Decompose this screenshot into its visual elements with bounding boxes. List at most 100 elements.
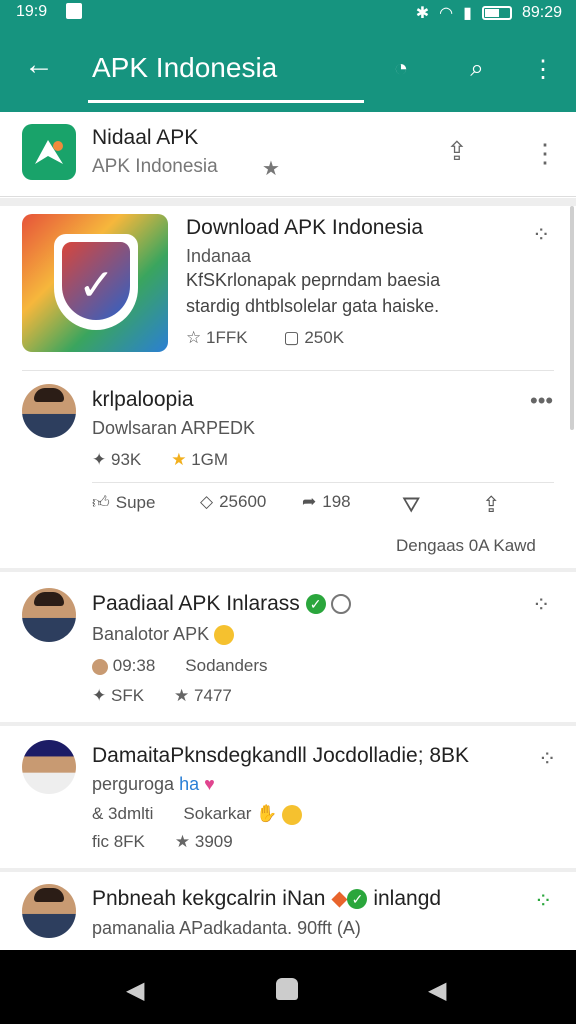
featured-subtitle: Indanaa xyxy=(186,246,252,266)
divider xyxy=(0,722,576,726)
share-button[interactable]: ➦ 198 xyxy=(302,492,351,512)
post-author[interactable]: Pnbneah kekgcalrin iNan ◆ ✓ inlangd xyxy=(92,886,441,911)
featured-app-image[interactable]: ✓ xyxy=(22,214,168,352)
notification-icon xyxy=(66,3,82,19)
featured-description-line2: stardig dhtblsolelar gata haiske. xyxy=(186,296,440,316)
post-stat-rating: 7477 xyxy=(194,686,232,705)
post-stat-likes: 93K xyxy=(110,450,142,469)
nav-recent-icon[interactable]: ◀ xyxy=(428,976,446,1005)
history-icon[interactable]: ◔ xyxy=(386,54,416,84)
post-author[interactable]: Paadiaal APK Inlarass ✓ xyxy=(92,592,352,616)
system-nav-bar: ◀ ◀ xyxy=(0,950,576,1024)
verified-icon: ✓ xyxy=(305,594,326,615)
post-author[interactable]: krlpaloopia xyxy=(92,388,194,412)
verified-icon: ✓ xyxy=(347,889,368,910)
more-vert-icon[interactable]: ⋮ xyxy=(528,54,558,84)
post-author[interactable]: DamaitaPknsdegkandll Jocdolladie; 8BK xyxy=(92,744,469,768)
featured-stat-rating: 1FFK xyxy=(205,328,248,347)
featured-title[interactable]: Download APK Indonesia xyxy=(186,216,423,240)
back-arrow-icon[interactable]: ← xyxy=(24,50,54,80)
wifi-icon: ◠ xyxy=(439,5,454,22)
star-icon: ★ xyxy=(174,686,190,705)
nav-home-icon[interactable] xyxy=(276,978,298,1000)
status-bar: 19:9 ✱ ◠ ▮ 89:29 xyxy=(0,0,576,26)
post-stats: ✦ 93K ★ 1GM xyxy=(92,450,228,470)
post-subtitle-highlight[interactable]: ha xyxy=(179,774,199,794)
avatar[interactable] xyxy=(22,384,76,438)
status-time: 19:9 xyxy=(16,3,48,20)
post-meta: & 3dmlti Sokarkar ✋ xyxy=(92,804,303,825)
post-subtitle: perguroga ha ♥ xyxy=(92,774,215,795)
app-name: Nidaal APK xyxy=(92,126,199,149)
hand-icon: ✋ xyxy=(256,804,278,823)
featured-stats: ☆ 1FFK ▢ 250K xyxy=(186,328,344,348)
divider xyxy=(0,198,576,206)
post-stat-rating: 1GM xyxy=(191,450,229,469)
divider xyxy=(92,482,554,483)
send-icon: ⛛ xyxy=(402,492,421,517)
post-meta-text: Sokarkar xyxy=(183,804,252,823)
post-author-name: Pnbneah kekgcalrin iNan xyxy=(92,887,326,910)
toolbar-underline xyxy=(88,100,364,103)
star-icon[interactable]: ★ xyxy=(262,156,280,181)
post-footer: Dengaas 0A Kawd xyxy=(396,536,536,555)
featured-stat-comments: 250K xyxy=(304,328,345,347)
post-stat-likes: SFK xyxy=(110,686,145,705)
scrollbar[interactable] xyxy=(570,206,574,430)
more-dots-icon[interactable]: ⁘ xyxy=(538,746,556,772)
star-icon: ★ xyxy=(174,832,191,851)
share-count: 198 xyxy=(322,492,351,511)
bluetooth-icon: ✱ xyxy=(415,5,430,22)
toolbar-title: APK Indonesia xyxy=(92,52,278,83)
nav-back-icon[interactable]: ◀ xyxy=(126,976,144,1005)
smile-emoji-icon xyxy=(282,804,303,825)
app-toolbar: ← APK Indonesia ◔ ⌕ ⋮ xyxy=(0,26,576,112)
thumb-up-icon: 👍︎ xyxy=(92,493,110,512)
share-icon[interactable]: ⇪ xyxy=(446,136,468,167)
more-horiz-icon[interactable]: ••• xyxy=(530,388,553,414)
more-dots-icon[interactable]: ⁘ xyxy=(534,888,552,914)
battery-icon xyxy=(481,6,512,20)
avatar[interactable] xyxy=(22,884,76,938)
more-vert-icon[interactable]: ⋮ xyxy=(532,138,558,169)
featured-more-icon[interactable]: ⁘ xyxy=(532,222,550,248)
search-icon[interactable]: ⌕ xyxy=(462,54,492,84)
app-subtitle: APK Indonesia xyxy=(92,156,218,177)
heart-icon: ♥ xyxy=(204,774,215,794)
post-meta-text: Sodanders xyxy=(185,656,268,675)
like-button[interactable]: 👍︎ Supe xyxy=(92,492,155,513)
status-right-time: 89:29 xyxy=(521,4,562,21)
star-outline-icon: ☆ xyxy=(186,328,202,347)
status-icons: ✱ ◠ ▮ 89:29 xyxy=(416,3,562,23)
comment-box-icon: ▢ xyxy=(283,328,300,347)
send-button[interactable]: ⛛ xyxy=(402,492,420,518)
upload-button[interactable]: ⇪ xyxy=(482,492,500,518)
post-subtitle: Dowlsaran ARPEDK xyxy=(92,418,256,438)
post-author-tail: inlangd xyxy=(373,887,442,910)
post-subtitle: Banalotor APK xyxy=(92,624,235,646)
divider xyxy=(22,370,554,371)
badge-icon: ◆ xyxy=(331,887,348,910)
thumb-icon: ✦ xyxy=(92,450,107,469)
signal-icon: ▮ xyxy=(463,5,472,22)
comment-icon: ◇ xyxy=(200,492,214,511)
post-subtitle: pamanalia APadkadanta. 90fft (A) xyxy=(92,918,361,938)
post-subtitle-text: Banalotor APK xyxy=(92,624,210,644)
divider xyxy=(0,568,576,572)
divider xyxy=(0,868,576,872)
app-logo-icon[interactable] xyxy=(22,124,76,180)
mini-avatar-icon xyxy=(92,658,108,675)
post-time: 09:38 xyxy=(112,656,156,675)
app-header: Nidaal APK APK Indonesia ★ ⇪ ⋮ xyxy=(0,112,576,197)
shield-icon: ✓ xyxy=(54,234,138,330)
comment-button[interactable]: ◇ 25600 xyxy=(200,492,266,512)
avatar[interactable] xyxy=(22,588,76,642)
post-stats: fic 8FK ★ 3909 xyxy=(92,832,233,852)
post-stat-likes: fic 8FK xyxy=(92,832,145,851)
avatar[interactable] xyxy=(22,740,76,794)
post-subtitle-text: perguroga xyxy=(92,774,175,794)
post-time: & 3dmlti xyxy=(92,804,154,823)
post-stat-rating: 3909 xyxy=(194,832,233,851)
more-dots-icon[interactable]: ⁘ xyxy=(532,592,550,618)
clock-icon xyxy=(331,594,352,615)
